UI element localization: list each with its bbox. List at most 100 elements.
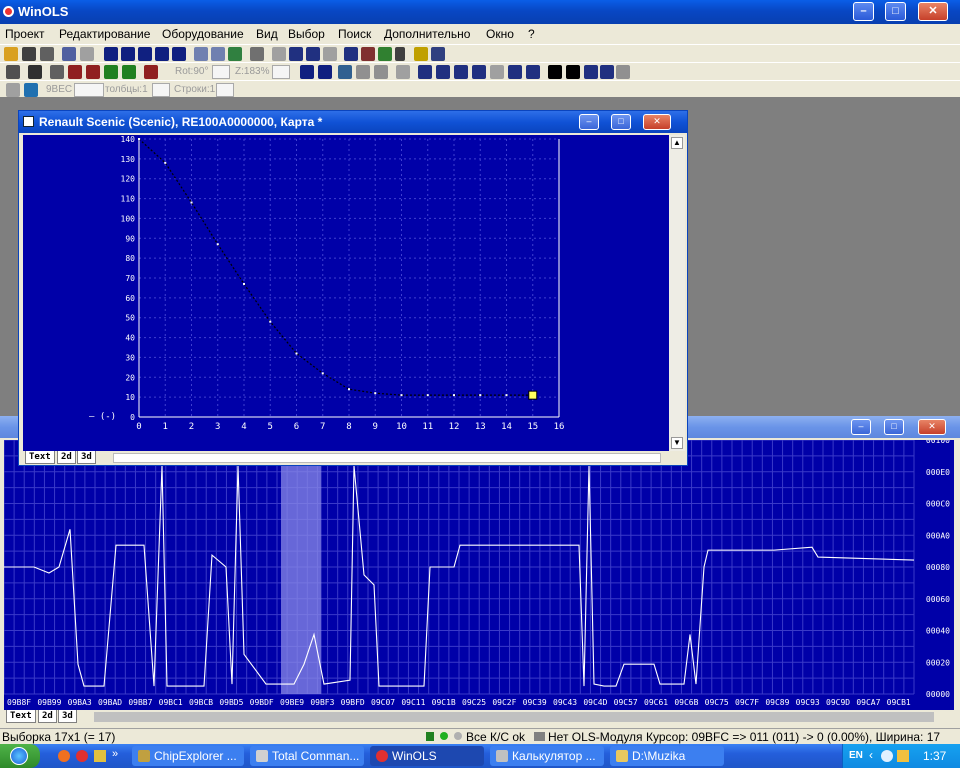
tool-icon[interactable]	[250, 47, 264, 61]
task-winols[interactable]: WinOLS	[370, 746, 484, 766]
text-view-icon[interactable]	[344, 47, 358, 61]
scroll-down-icon[interactable]: ▼	[671, 437, 683, 449]
next-icon[interactable]	[155, 47, 169, 61]
view-c-icon[interactable]	[338, 65, 352, 79]
lohi-icon[interactable]	[490, 65, 504, 79]
edit-e-icon[interactable]	[122, 65, 136, 79]
volume-icon[interactable]	[897, 750, 909, 762]
view-a-icon[interactable]	[300, 65, 314, 79]
delta-icon[interactable]	[566, 65, 580, 79]
map-restore-button[interactable]: □	[611, 114, 631, 130]
menu-window[interactable]: Окно	[486, 27, 514, 41]
window-icon[interactable]	[62, 47, 76, 61]
edit-d-icon[interactable]	[104, 65, 118, 79]
new-project-icon[interactable]	[4, 47, 18, 61]
map-tab-3d[interactable]: 3d	[77, 451, 96, 464]
task-total-commander[interactable]: Total Comman...	[250, 746, 364, 766]
open-icon[interactable]	[22, 47, 36, 61]
print-icon[interactable]	[40, 47, 54, 61]
firefox-icon[interactable]	[58, 750, 70, 762]
menu-view[interactable]: Вид	[256, 27, 278, 41]
help-icon[interactable]	[414, 47, 428, 61]
explorer-icon[interactable]	[94, 750, 106, 762]
left-icon[interactable]	[272, 47, 286, 61]
up-icon[interactable]	[289, 47, 303, 61]
sign-icon[interactable]	[526, 65, 540, 79]
view-e-icon[interactable]	[374, 65, 388, 79]
menu-edit[interactable]: Редактирование	[59, 27, 150, 41]
map-vertical-scrollbar[interactable]: ▲ ▼	[669, 135, 685, 451]
map-line-chart[interactable]: 0 1 2 3 4 5 6 7 8 9 10 11 12 13 14 15 160102030405060708…	[23, 135, 669, 451]
language-indicator[interactable]: EN	[849, 750, 863, 761]
start-button[interactable]	[0, 744, 40, 768]
edit-a-icon[interactable]	[50, 65, 64, 79]
task-calculator[interactable]: Калькулятор ...	[490, 746, 604, 766]
prev-icon[interactable]	[121, 47, 135, 61]
table-icon[interactable]	[138, 47, 152, 61]
down-icon[interactable]	[306, 47, 320, 61]
menu-search[interactable]: Поиск	[338, 27, 371, 41]
tray-expand-icon[interactable]: ‹	[869, 748, 873, 762]
hex-horizontal-scrollbar[interactable]	[94, 712, 934, 722]
map-tab-text[interactable]: Text	[25, 451, 55, 464]
tool-disabled-icon[interactable]	[6, 83, 20, 97]
context-help-icon[interactable]	[431, 47, 445, 61]
3d-view-icon[interactable]	[378, 47, 392, 61]
network-icon[interactable]	[881, 750, 893, 762]
original-diff-icon[interactable]	[616, 65, 630, 79]
map-plot-area[interactable]: 0 1 2 3 4 5 6 7 8 9 10 11 12 13 14 15 16 0 10 20 30 40 50 60 70 8…	[23, 135, 669, 451]
pen-icon[interactable]	[28, 65, 42, 79]
task-chipexplorer[interactable]: ChipExplorer ...	[132, 746, 244, 766]
hex-tab-3d[interactable]: 3d	[58, 710, 77, 723]
byte-255-icon[interactable]	[508, 65, 522, 79]
map-horizontal-scrollbar[interactable]	[113, 453, 661, 463]
view-b-icon[interactable]	[318, 65, 332, 79]
menu-selection[interactable]: Выбор	[288, 27, 325, 41]
hex-8-icon[interactable]	[418, 65, 432, 79]
chevron-down-icon[interactable]	[395, 47, 405, 61]
grid-icon[interactable]	[396, 65, 410, 79]
close-button[interactable]: ✕	[918, 2, 948, 21]
edit-f-icon[interactable]	[144, 65, 158, 79]
hex-minimize-button[interactable]: –	[851, 419, 871, 435]
map-minimize-button[interactable]: –	[579, 114, 599, 130]
hex-tab-text[interactable]: Text	[6, 710, 36, 723]
hex-32-icon[interactable]	[454, 65, 468, 79]
columns-spinner[interactable]	[152, 83, 170, 97]
hex-tab-2d[interactable]: 2d	[38, 710, 57, 723]
zoom-spinner[interactable]	[272, 65, 290, 79]
task-folder-muzika[interactable]: D:\Muzika	[610, 746, 724, 766]
map-select-icon[interactable]	[24, 83, 38, 97]
hex-line-chart[interactable]: 09B8F 09B99 09BA3 09BAD 09BB7 09BC1 09BCB 09BD5…	[3, 436, 954, 710]
last-icon[interactable]	[172, 47, 186, 61]
quicklaunch-more-icon[interactable]: »	[112, 748, 118, 760]
hex-plot-area[interactable]: 09B8F 09B99 09BA3 09BAD 09BB7 09BC1 09BCB 09BD5…	[3, 436, 954, 710]
hex-restore-button[interactable]: □	[884, 419, 904, 435]
right-icon[interactable]	[323, 47, 337, 61]
factor-icon[interactable]	[584, 65, 598, 79]
percent-icon[interactable]	[548, 65, 562, 79]
first-icon[interactable]	[104, 47, 118, 61]
maximize-button[interactable]: □	[885, 2, 906, 21]
winols-quicklaunch-icon[interactable]	[76, 750, 88, 762]
map-close-button[interactable]: ✕	[643, 114, 671, 130]
edit-b-icon[interactable]	[68, 65, 82, 79]
rows-spinner[interactable]	[216, 83, 234, 97]
float-icon[interactable]	[472, 65, 486, 79]
menu-help[interactable]: ?	[528, 27, 535, 41]
menu-project[interactable]: Проект	[5, 27, 45, 41]
base-address-spinner[interactable]	[74, 83, 104, 97]
eraser-icon[interactable]	[6, 65, 20, 79]
hex-16-icon[interactable]	[436, 65, 450, 79]
minimize-button[interactable]: –	[853, 2, 874, 21]
find-icon[interactable]	[211, 47, 225, 61]
rotation-spinner[interactable]	[212, 65, 230, 79]
original-icon[interactable]	[600, 65, 614, 79]
list-icon[interactable]	[194, 47, 208, 61]
map-icon[interactable]	[228, 47, 242, 61]
menu-hardware[interactable]: Оборудование	[162, 27, 244, 41]
compare-icon[interactable]	[80, 47, 94, 61]
map-tab-2d[interactable]: 2d	[57, 451, 76, 464]
edit-c-icon[interactable]	[86, 65, 100, 79]
menu-extra[interactable]: Дополнительно	[384, 27, 470, 41]
